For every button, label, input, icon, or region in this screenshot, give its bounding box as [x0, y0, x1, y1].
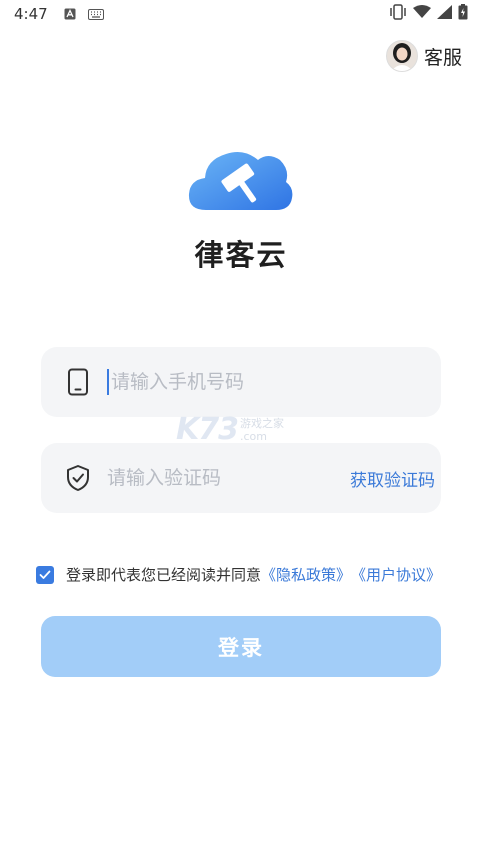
- login-button[interactable]: 登录: [41, 616, 441, 677]
- watermark-line2: .com: [240, 429, 267, 443]
- signal-icon: [437, 5, 452, 23]
- phone-input[interactable]: [111, 362, 417, 402]
- battery-charging-icon: [458, 4, 468, 24]
- watermark: K73 游戏之家 .com: [176, 412, 284, 447]
- watermark-brand: K73: [176, 412, 239, 447]
- a-notification-icon: [64, 8, 76, 20]
- status-time: 4:47: [14, 5, 48, 23]
- verification-code-input[interactable]: [107, 458, 350, 498]
- phone-icon: [65, 368, 91, 396]
- watermark-line1: 游戏之家: [240, 416, 284, 430]
- phone-field[interactable]: [41, 347, 441, 417]
- service-label: 客服: [423, 46, 462, 69]
- vibrate-icon: [389, 4, 407, 24]
- privacy-policy-link[interactable]: 《隐私政策》: [261, 564, 351, 585]
- get-code-button[interactable]: 获取验证码: [350, 466, 435, 491]
- status-bar: 4:47: [0, 0, 482, 28]
- app-logo: [186, 140, 296, 216]
- agreement-text: 登录即代表您已经阅读并同意: [66, 566, 262, 584]
- shield-check-icon: [65, 465, 91, 491]
- wifi-icon: [413, 5, 431, 23]
- service-avatar: [385, 40, 418, 72]
- agreement-row: 登录即代表您已经阅读并同意 《隐私政策》 《用户协议》: [36, 564, 466, 585]
- check-icon: [39, 570, 51, 579]
- agreement-checkbox[interactable]: [36, 565, 54, 584]
- keyboard-icon: [87, 8, 104, 20]
- user-agreement-link[interactable]: 《用户协议》: [351, 564, 441, 585]
- text-cursor: [107, 369, 109, 395]
- app-name: 律客云: [194, 238, 288, 272]
- verification-code-field[interactable]: 获取验证码: [41, 443, 441, 513]
- customer-service-button[interactable]: 客服: [385, 40, 462, 72]
